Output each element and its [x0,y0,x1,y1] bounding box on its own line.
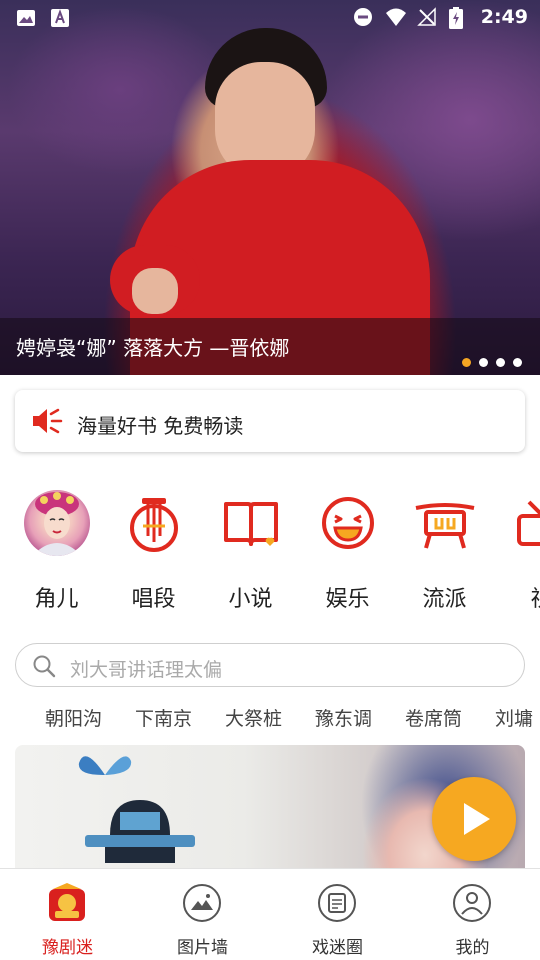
hero-banner[interactable]: 娉婷袅“娜” 落落大方 —晋依娜 [0,0,540,375]
chat-circle-icon [317,883,357,923]
app-a-icon [50,8,70,28]
search-placeholder: 刘大哥讲话理太偏 [70,659,223,681]
nav-label: 戏迷圈 [312,938,363,958]
no-signal-icon [416,7,437,27]
speaker-icon [31,406,63,436]
battery-icon [448,7,469,29]
butterfly-image [75,745,135,795]
do-not-disturb-icon [353,7,373,27]
category-label: 角儿 [34,587,79,612]
tag-item[interactable]: 朝阳沟 [45,704,102,731]
home-logo-icon [47,883,87,923]
banner-dot-1[interactable] [462,358,471,367]
play-icon [464,803,490,835]
banner-pagination [462,358,522,367]
category-label: 视 [493,581,540,613]
banner-figure-hand [132,268,178,314]
book-icon [218,490,284,556]
video-icon [509,490,540,556]
category-label: 娱乐 [325,587,370,612]
laughing-face-icon [315,490,381,556]
banner-dot-3[interactable] [496,358,505,367]
status-time: 2:49 [480,6,528,28]
hot-tags: 朝阳沟 下南京 大祭桩 豫东调 卷席筒 刘墉 [0,704,540,732]
banner-caption: 娉婷袅“娜” 落落大方 —晋依娜 [16,336,290,360]
nav-tab-home[interactable]: 豫剧迷 [0,869,135,960]
banner-dot-2[interactable] [479,358,488,367]
tag-item[interactable]: 豫东调 [315,704,372,731]
nav-label: 我的 [455,938,490,958]
drum-icon [412,490,478,556]
nav-label: 图片墙 [177,938,228,958]
tag-item[interactable]: 大祭桩 [225,704,282,731]
user-icon [452,883,492,923]
nav-tab-profile[interactable]: 我的 [405,869,540,960]
category-label: 小说 [228,587,273,612]
status-bar: 2:49 [0,0,540,36]
nav-label: 豫剧迷 [42,938,93,958]
tag-item[interactable]: 下南京 [135,704,192,731]
category-row: 角儿 唱段 小说 娱乐 流派 [0,482,540,622]
image-icon [16,8,36,28]
nav-tab-community[interactable]: 戏迷圈 [270,869,405,960]
notice-text: 海量好书 免费畅读 [77,414,244,438]
play-button[interactable] [432,777,516,861]
avatar [24,490,90,556]
banner-dot-4[interactable] [513,358,522,367]
wifi-icon [385,7,406,27]
lyre-icon [121,490,187,556]
category-label: 唱段 [131,587,176,612]
notice-card[interactable]: 海量好书 免费畅读 [15,390,525,452]
search-icon [32,654,56,678]
nav-tab-pictures[interactable]: 图片墙 [135,869,270,960]
category-label: 流派 [422,587,467,612]
tag-item[interactable]: 卷席筒 [405,704,462,731]
search-input[interactable]: 刘大哥讲话理太偏 [15,643,525,687]
picture-icon [182,883,222,923]
opera-hat-image [75,790,205,875]
tag-item[interactable]: 刘墉 [495,704,533,731]
bottom-navigation: 豫剧迷 图片墙 戏迷圈 我的 [0,868,540,960]
